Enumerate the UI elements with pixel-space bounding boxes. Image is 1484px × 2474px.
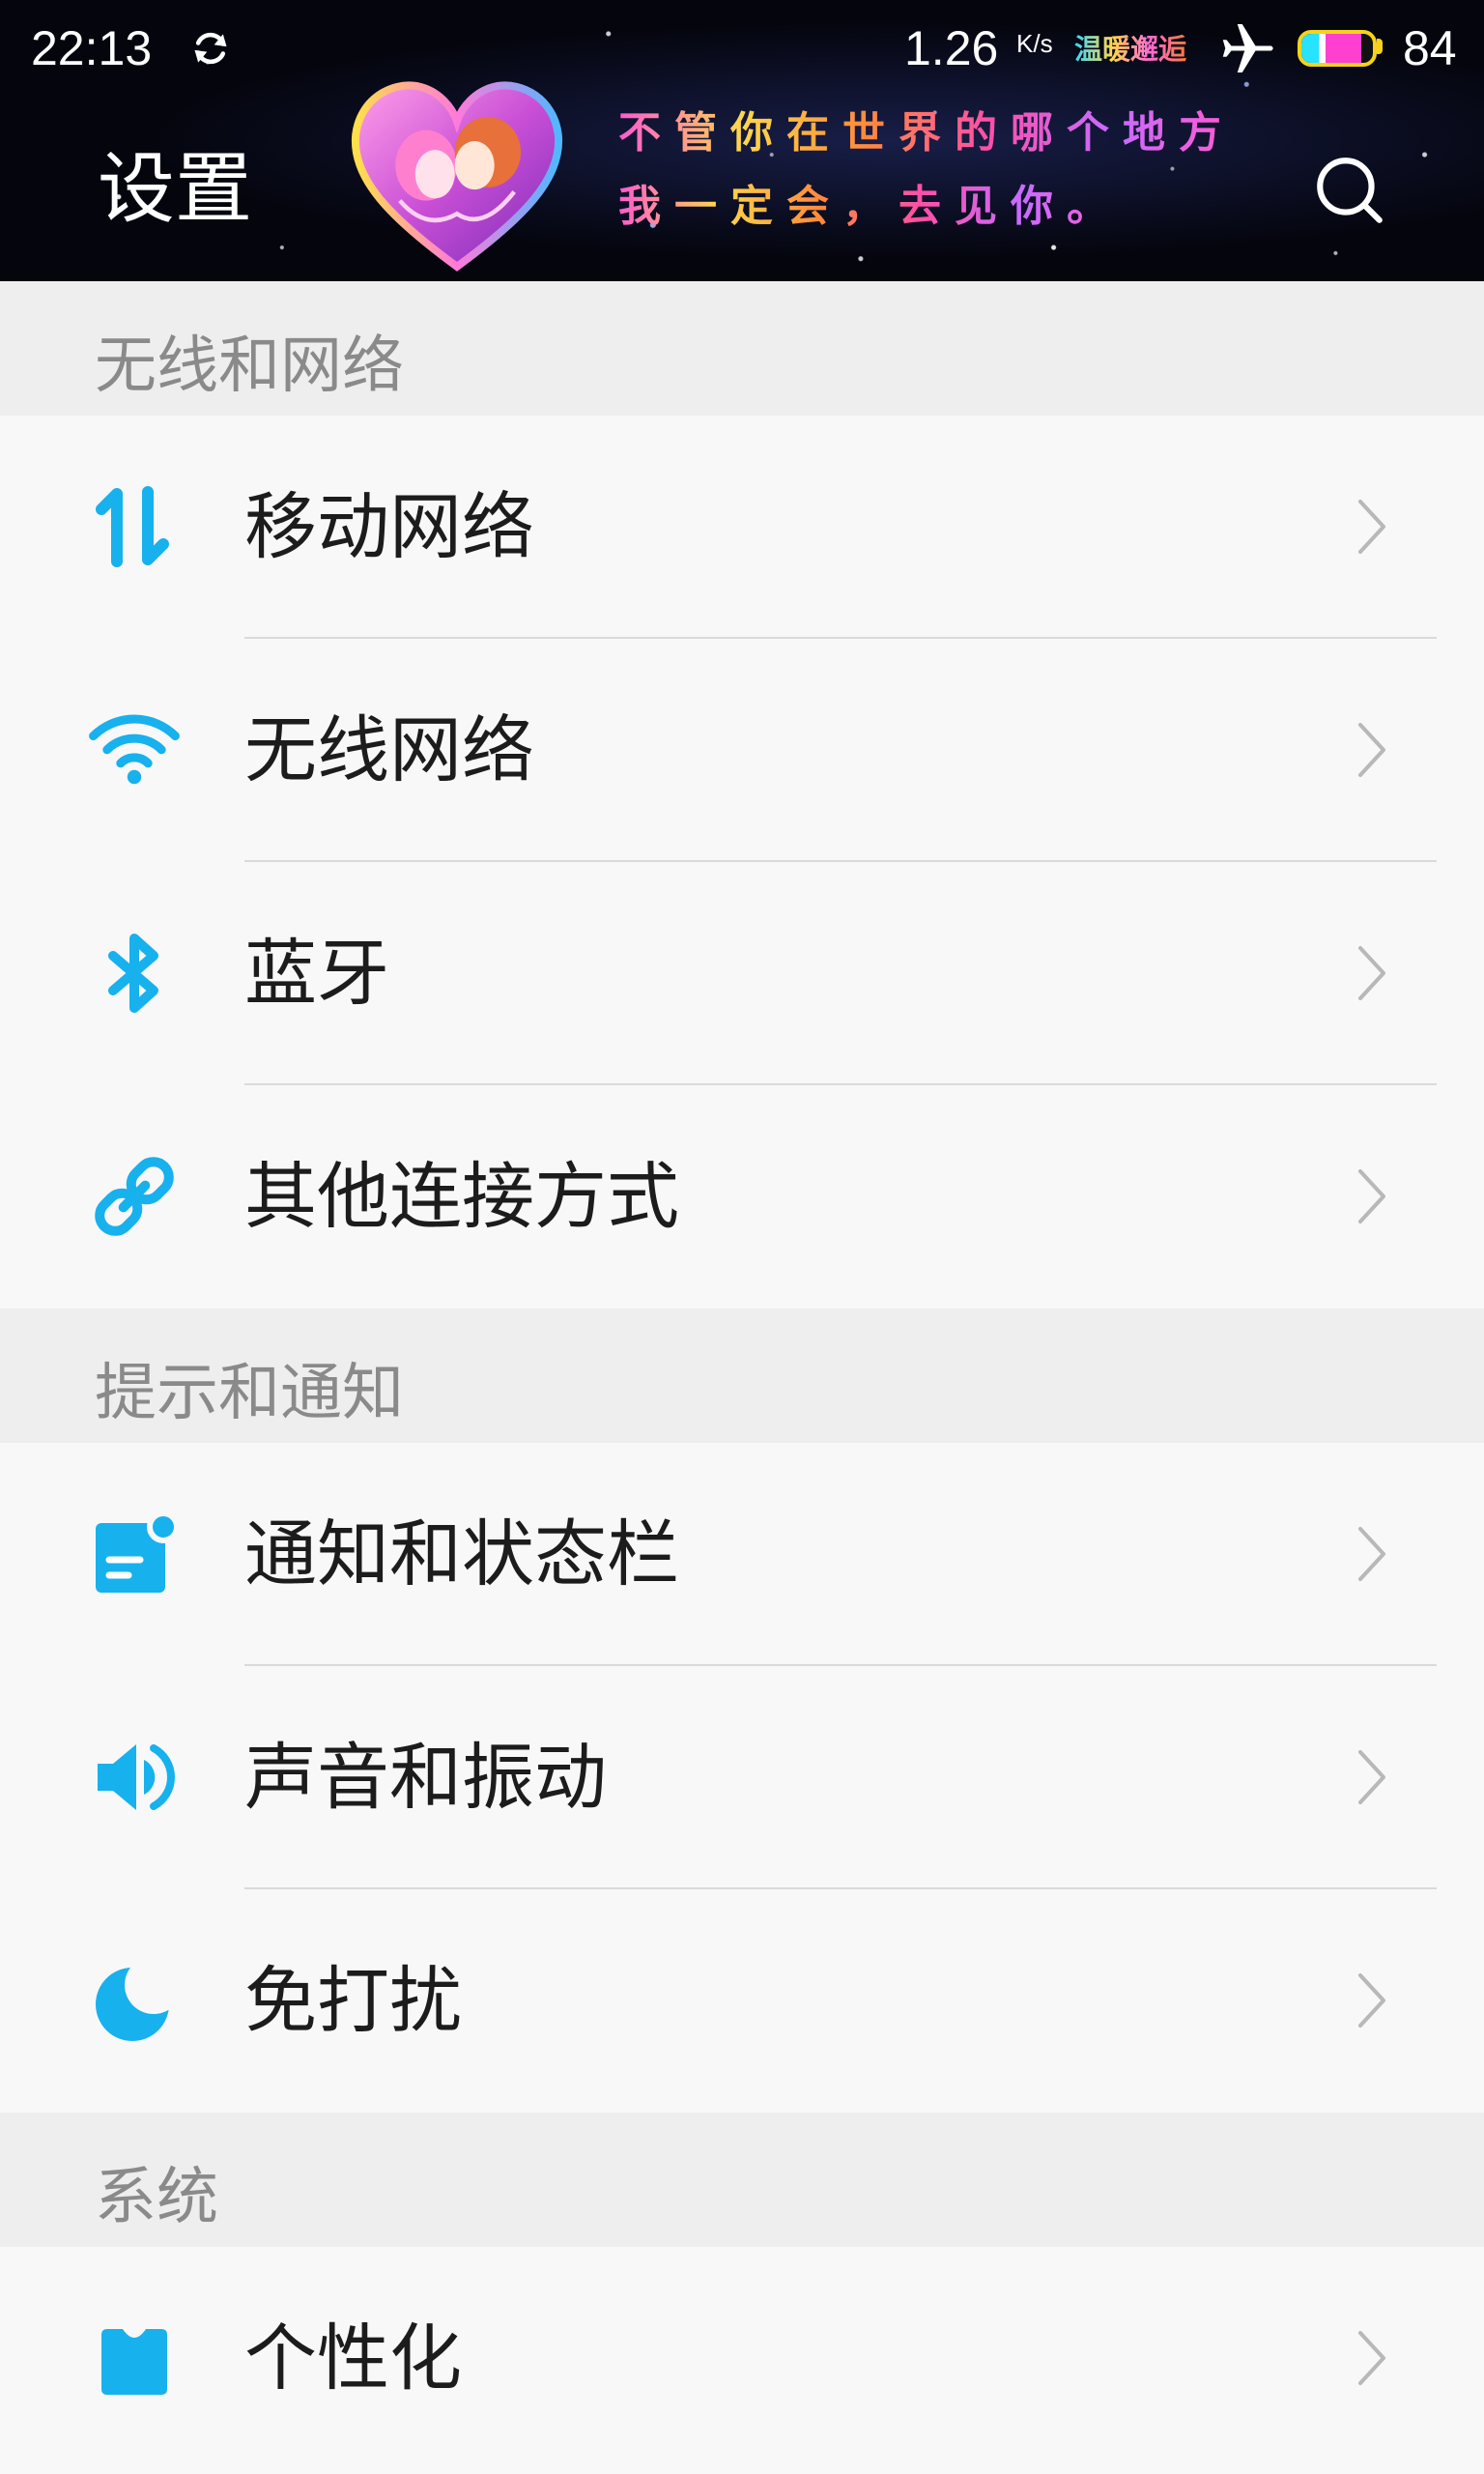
moon-icon [88, 1954, 181, 2047]
section-header: 系统 [0, 2113, 1484, 2247]
airplane-mode-icon [1222, 24, 1273, 72]
row-label: 移动网络 [244, 484, 535, 569]
app-header: 22:13 1.26 K/s 温暖邂逅 84 设置 不管你在世界的哪个地方 我一… [0, 0, 1484, 281]
chevron-right-icon [1358, 1750, 1385, 1804]
row-label: 无线网络 [244, 707, 535, 792]
row-label: 个性化 [244, 2316, 463, 2401]
settings-row-notifications-status-bar[interactable]: 通知和状态栏 [0, 1443, 1484, 1666]
chevron-right-icon [1358, 1973, 1385, 2028]
section-wireless-and-network: 无线和网络 移动网络 无线网络 蓝牙 其他连接方式 [0, 281, 1484, 1309]
network-speed-unit: K/s [1016, 29, 1053, 58]
chevron-right-icon [1358, 500, 1385, 554]
sync-icon [194, 32, 227, 65]
section-title: 系统 [95, 2162, 218, 2233]
theme-tag: 温暖邂逅 [1074, 33, 1187, 66]
heart-couple-image [351, 81, 563, 272]
row-label: 通知和状态栏 [244, 1511, 680, 1597]
chevron-right-icon [1358, 1169, 1385, 1223]
section-title: 无线和网络 [95, 331, 404, 402]
chevron-right-icon [1358, 946, 1385, 1000]
mobile-data-icon [88, 480, 181, 573]
chevron-right-icon [1358, 1527, 1385, 1581]
section-system: 系统 个性化 [0, 2113, 1484, 2470]
battery-icon [1298, 30, 1377, 67]
banner-text-line-2: 我一定会，去见你。 [618, 182, 1123, 231]
section-alerts-and-notifications: 提示和通知 通知和状态栏 声音和振动 免打扰 [0, 1309, 1484, 2113]
page-title: 设置 [98, 144, 252, 234]
row-label: 蓝牙 [244, 931, 390, 1016]
settings-row-other-connections[interactable]: 其他连接方式 [0, 1085, 1484, 1309]
sound-icon [88, 1731, 181, 1824]
settings-row-sound-vibration[interactable]: 声音和振动 [0, 1666, 1484, 1889]
notification-icon [88, 1508, 181, 1600]
chevron-right-icon [1358, 723, 1385, 777]
chevron-right-icon [1358, 2331, 1385, 2385]
bluetooth-icon [88, 927, 181, 1020]
settings-row-wlan[interactable]: 无线网络 [0, 639, 1484, 862]
settings-row-mobile-network[interactable]: 移动网络 [0, 416, 1484, 639]
status-time: 22:13 [31, 21, 153, 75]
battery-percentage: 84 [1403, 21, 1457, 75]
wifi-icon [88, 704, 181, 796]
settings-row-personalization[interactable]: 个性化 [0, 2247, 1484, 2470]
section-header: 无线和网络 [0, 281, 1484, 416]
network-speed: 1.26 [904, 21, 999, 75]
section-header: 提示和通知 [0, 1309, 1484, 1443]
row-label: 声音和振动 [244, 1735, 608, 1820]
settings-row-do-not-disturb[interactable]: 免打扰 [0, 1889, 1484, 2113]
battery-terminal [1377, 39, 1383, 54]
link-icon [88, 1150, 181, 1243]
banner-text-line-1: 不管你在世界的哪个地方 [618, 108, 1235, 158]
row-label: 其他连接方式 [244, 1154, 680, 1239]
battery-level-fill [1301, 34, 1362, 63]
section-title: 提示和通知 [95, 1358, 404, 1429]
settings-row-bluetooth[interactable]: 蓝牙 [0, 862, 1484, 1085]
personalization-icon [88, 2312, 181, 2404]
row-label: 免打扰 [244, 1958, 463, 2043]
search-icon[interactable] [1310, 151, 1389, 230]
